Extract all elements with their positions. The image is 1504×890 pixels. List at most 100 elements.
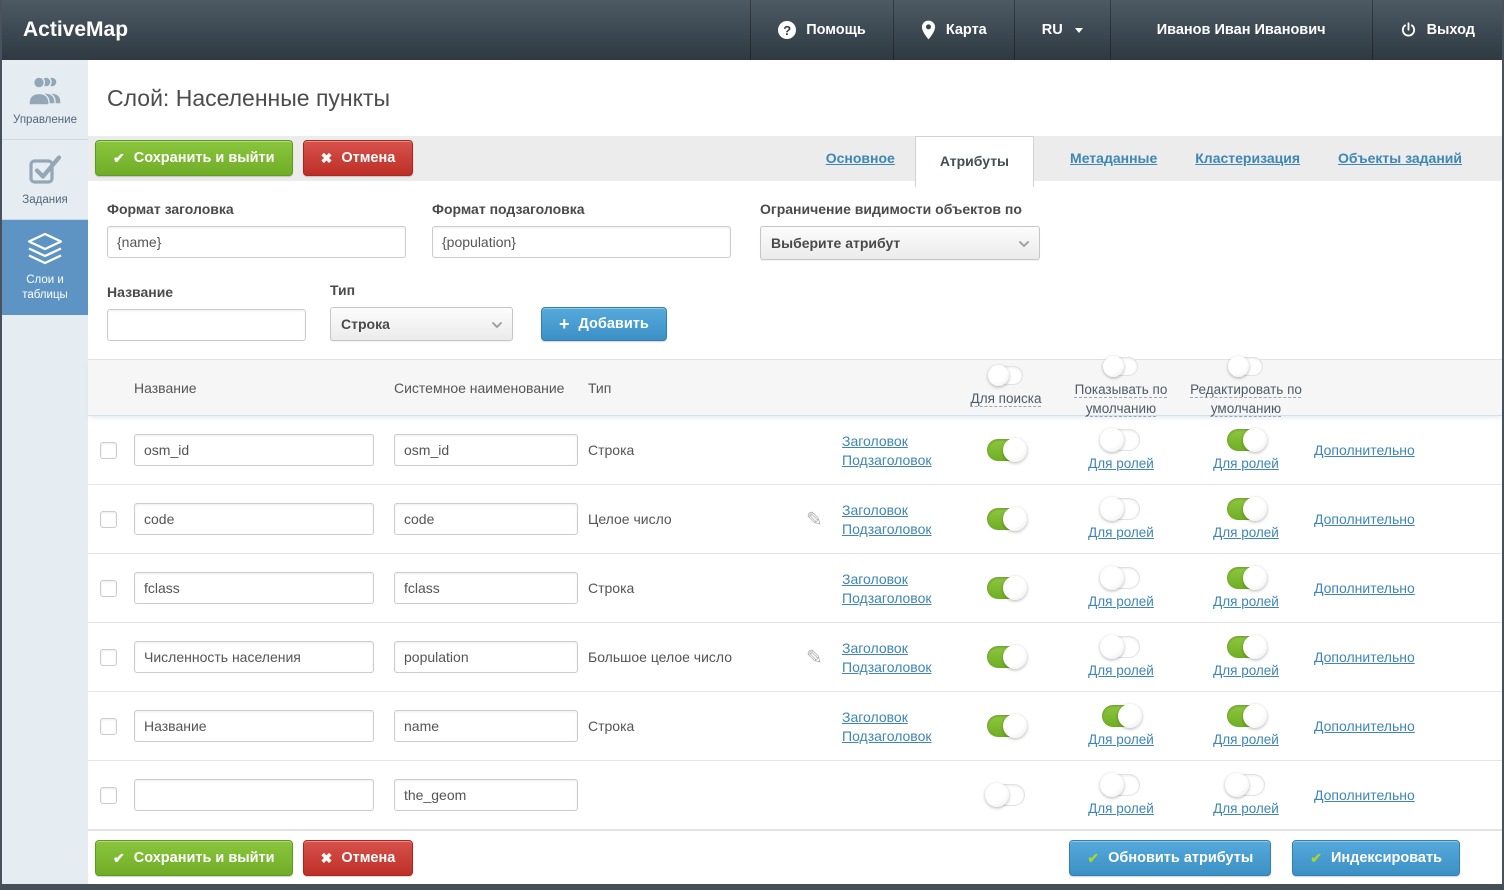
show-default-toggle[interactable]	[1100, 566, 1140, 590]
edit-roles-link[interactable]: Для ролей	[1213, 525, 1279, 540]
show-roles-link[interactable]: Для ролей	[1088, 456, 1154, 471]
edit-roles-link[interactable]: Для ролей	[1213, 801, 1279, 816]
help-button[interactable]: ? Помощь	[750, 0, 893, 60]
attr-system-name-input[interactable]	[394, 503, 578, 535]
search-master-toggle[interactable]	[987, 365, 1023, 387]
header-link[interactable]: Заголовок	[842, 433, 908, 449]
edit-roles-link[interactable]: Для ролей	[1213, 594, 1279, 609]
header-links: Заголовок Подзаголовок	[836, 709, 956, 744]
show-roles-link[interactable]: Для ролей	[1088, 525, 1154, 540]
search-toggle[interactable]	[987, 438, 1027, 462]
add-attribute-button[interactable]: + Добавить	[541, 307, 667, 341]
edit-roles-link[interactable]: Для ролей	[1213, 732, 1279, 747]
logout-button[interactable]: Выход	[1371, 0, 1502, 60]
main-content: Слой: Населенные пункты ✔ Сохранить и вы…	[88, 60, 1502, 884]
edit-roles-link[interactable]: Для ролей	[1213, 663, 1279, 678]
edit-pencil-icon[interactable]: ✎	[806, 645, 823, 670]
sidebar-item-management[interactable]: Управление	[2, 60, 88, 140]
row-select-checkbox[interactable]	[100, 579, 117, 597]
visibility-attribute-select[interactable]: Выберите атрибут	[760, 226, 1040, 260]
map-button[interactable]: Карта	[892, 0, 1014, 60]
index-button[interactable]: ✔ Индексировать	[1292, 840, 1460, 876]
col-search-header[interactable]: Для поиска	[971, 390, 1042, 409]
attr-system-name-input[interactable]	[394, 434, 578, 466]
edit-default-toggle[interactable]	[1227, 497, 1267, 521]
edit-roles-link[interactable]: Для ролей	[1213, 456, 1279, 471]
show-roles-link[interactable]: Для ролей	[1088, 663, 1154, 678]
col-edit-default-header[interactable]: Редактировать по умолчанию	[1186, 381, 1306, 419]
show-default-toggle[interactable]	[1100, 497, 1140, 521]
new-attr-name-input[interactable]	[107, 309, 306, 341]
attr-system-name-input[interactable]	[394, 641, 578, 673]
edit-default-toggle[interactable]	[1227, 635, 1267, 659]
show-roles-link[interactable]: Для ролей	[1088, 594, 1154, 609]
subheader-link[interactable]: Подзаголовок	[842, 590, 932, 606]
new-attr-type-value: Строка	[341, 316, 390, 332]
show-default-toggle[interactable]	[1100, 635, 1140, 659]
row-select-checkbox[interactable]	[100, 510, 117, 528]
attr-system-name-input[interactable]	[394, 779, 578, 811]
row-select-checkbox[interactable]	[100, 441, 117, 459]
attr-system-name-input[interactable]	[394, 710, 578, 742]
edit-default-toggle[interactable]	[1225, 773, 1265, 797]
more-link[interactable]: Дополнительно	[1314, 787, 1415, 803]
more-link[interactable]: Дополнительно	[1314, 718, 1415, 734]
subheader-link[interactable]: Подзаголовок	[842, 728, 932, 744]
tab-general[interactable]: Основное	[826, 136, 895, 181]
edit-default-toggle[interactable]	[1227, 704, 1267, 728]
show-roles-link[interactable]: Для ролей	[1088, 732, 1154, 747]
more-link[interactable]: Дополнительно	[1314, 580, 1415, 596]
tab-attributes[interactable]: Атрибуты	[914, 136, 1035, 187]
header-link[interactable]: Заголовок	[842, 571, 908, 587]
search-toggle[interactable]	[987, 645, 1027, 669]
show-default-master-toggle[interactable]	[1102, 355, 1138, 377]
row-select-checkbox[interactable]	[100, 786, 117, 804]
tab-task-objects[interactable]: Объекты заданий	[1338, 136, 1462, 181]
header-link[interactable]: Заголовок	[842, 640, 908, 656]
show-default-toggle[interactable]	[1100, 428, 1140, 452]
attr-name-input[interactable]	[134, 572, 374, 604]
attr-name-input[interactable]	[134, 641, 374, 673]
tab-clustering[interactable]: Кластеризация	[1195, 136, 1300, 181]
edit-default-toggle[interactable]	[1227, 566, 1267, 590]
attr-name-input[interactable]	[134, 503, 374, 535]
cancel-button-bottom[interactable]: ✖ Отмена	[302, 840, 414, 876]
attr-name-input[interactable]	[134, 434, 374, 466]
col-show-default-header[interactable]: Показывать по умолчанию	[1056, 381, 1186, 419]
edit-default-master-toggle[interactable]	[1227, 355, 1263, 377]
title-format-input[interactable]	[107, 226, 406, 258]
attr-name-input[interactable]	[134, 779, 374, 811]
header-link[interactable]: Заголовок	[842, 502, 908, 518]
new-attr-type-select[interactable]: Строка	[330, 307, 513, 341]
subtitle-format-input[interactable]	[432, 226, 731, 258]
tab-metadata[interactable]: Метаданные	[1070, 136, 1157, 181]
subheader-link[interactable]: Подзаголовок	[842, 659, 932, 675]
edit-pencil-icon[interactable]: ✎	[806, 507, 823, 532]
header-link[interactable]: Заголовок	[842, 709, 908, 725]
show-default-toggle[interactable]	[1102, 704, 1142, 728]
show-roles-link[interactable]: Для ролей	[1088, 801, 1154, 816]
attr-name-input[interactable]	[134, 710, 374, 742]
cancel-button[interactable]: ✖ Отмена	[302, 140, 414, 176]
more-link[interactable]: Дополнительно	[1314, 511, 1415, 527]
edit-default-toggle[interactable]	[1227, 428, 1267, 452]
subheader-link[interactable]: Подзаголовок	[842, 452, 932, 468]
x-icon: ✖	[320, 850, 333, 866]
subheader-link[interactable]: Подзаголовок	[842, 521, 932, 537]
search-toggle[interactable]	[987, 714, 1027, 738]
search-toggle[interactable]	[987, 507, 1027, 531]
save-exit-button-bottom[interactable]: ✔ Сохранить и выйти	[95, 840, 293, 876]
language-dropdown[interactable]: RU	[1013, 0, 1110, 60]
search-toggle[interactable]	[987, 576, 1027, 600]
update-attributes-button[interactable]: ✔ Обновить атрибуты	[1069, 840, 1272, 876]
attr-system-name-input[interactable]	[394, 572, 578, 604]
sidebar-item-tasks[interactable]: Задания	[2, 140, 88, 220]
row-select-checkbox[interactable]	[100, 717, 117, 735]
search-toggle[interactable]	[985, 783, 1025, 807]
more-link[interactable]: Дополнительно	[1314, 649, 1415, 665]
save-exit-button[interactable]: ✔ Сохранить и выйти	[95, 140, 293, 176]
show-default-toggle[interactable]	[1100, 773, 1140, 797]
sidebar-item-layers[interactable]: Слои и таблицы	[2, 219, 88, 315]
more-link[interactable]: Дополнительно	[1314, 442, 1415, 458]
row-select-checkbox[interactable]	[100, 648, 117, 666]
